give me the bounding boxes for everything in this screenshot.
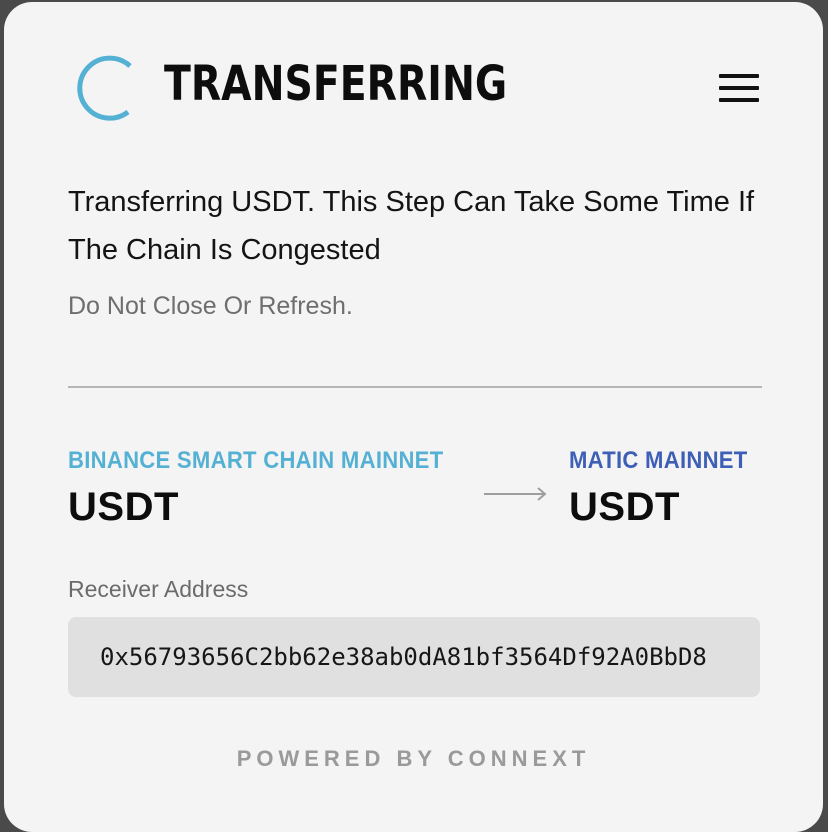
receiver-address-value: 0x56793656C2bb62e38ab0dA81bf3564Df92A0Bb… [100,643,707,671]
destination-token: USDT [569,485,680,529]
source-chain: BINANCE SMART CHAIN MAINNET USDT [68,447,476,533]
destination-chain-name: MATIC MAINNET [569,447,748,474]
powered-by-footer: POWERED BY CONNEXT [236,746,591,771]
receiver-address-field[interactable]: 0x56793656C2bb62e38ab0dA81bf3564Df92A0Bb… [68,617,760,697]
modal-header: TRANSFERRING [68,48,763,128]
source-token: USDT [68,485,179,529]
destination-chain: MATIC MAINNET USDT [569,447,763,533]
receiver-address-label: Receiver Address [68,576,249,602]
arrow-right-icon [484,487,547,501]
hamburger-menu-icon[interactable] [717,74,761,106]
transfer-modal: TRANSFERRING Transferring USDT. This Ste… [4,2,823,832]
divider [68,386,762,388]
warning-text: Do Not Close Or Refresh. [68,292,353,320]
page-title: TRANSFERRING [164,56,508,112]
loading-spinner-icon [77,55,132,121]
source-chain-name: BINANCE SMART CHAIN MAINNET [68,447,444,474]
status-message: Transferring USDT. This Step Can Take So… [68,186,755,266]
